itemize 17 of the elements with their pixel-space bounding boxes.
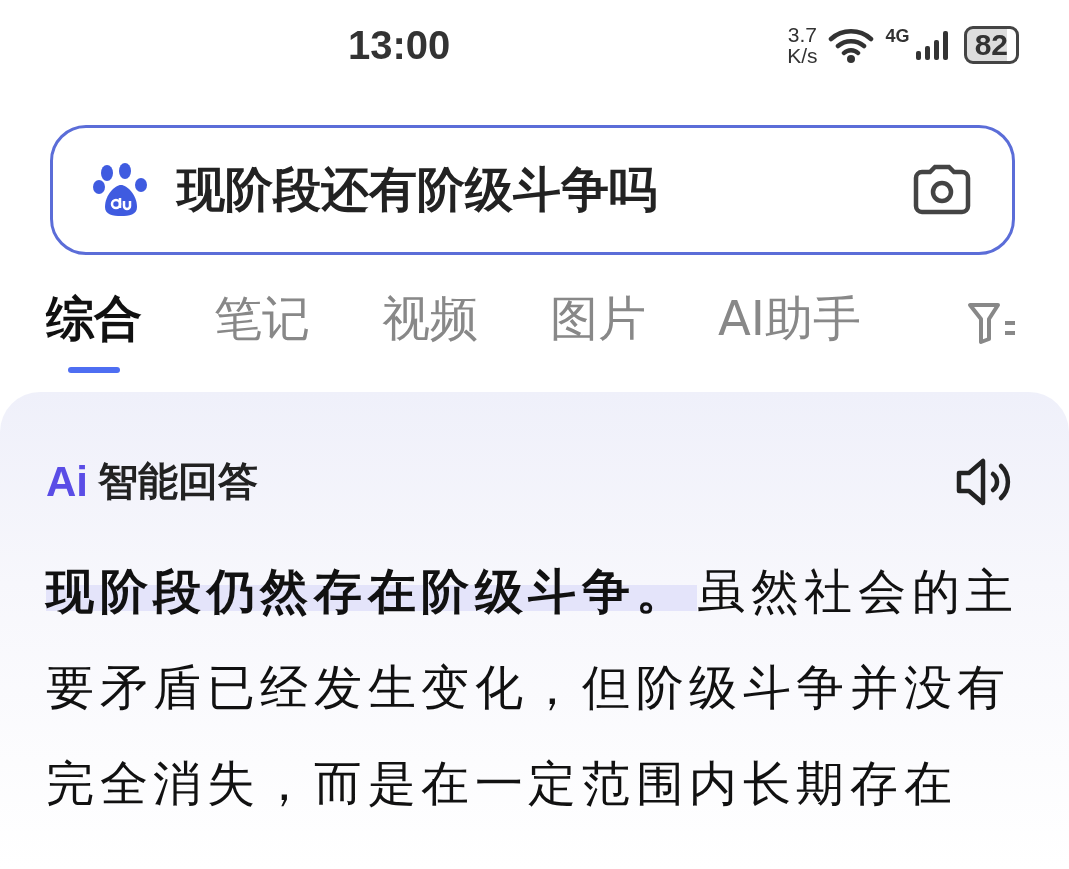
- battery-level: 82: [963, 26, 1019, 64]
- clock-time: 13:00: [348, 22, 451, 68]
- camera-icon[interactable]: [912, 164, 972, 216]
- answer-text: 现阶段仍然存在阶级斗争。 虽然社会的主要矛盾已经发生变化，但阶级斗争并没有完全消失，而是在一定范围内长期存在: [46, 562, 1020, 813]
- tab[interactable]: 视频: [382, 287, 478, 373]
- tab[interactable]: AI助手: [718, 287, 861, 373]
- answer-title: 智能回答: [98, 457, 258, 506]
- tab[interactable]: 综合: [46, 287, 142, 373]
- network-speed: 3.7 K/s: [787, 24, 818, 66]
- network-type: 4G: [885, 26, 910, 47]
- wifi-icon: [827, 27, 876, 63]
- search-field[interactable]: 现阶段还有阶级斗争吗: [50, 125, 1015, 255]
- tab[interactable]: 笔记: [214, 287, 310, 373]
- paw-logo-icon: [93, 163, 149, 217]
- tab[interactable]: 图片: [550, 287, 646, 373]
- ai-logo-text: Ai: [46, 457, 88, 506]
- search-query: 现阶段还有阶级斗争吗: [177, 160, 657, 219]
